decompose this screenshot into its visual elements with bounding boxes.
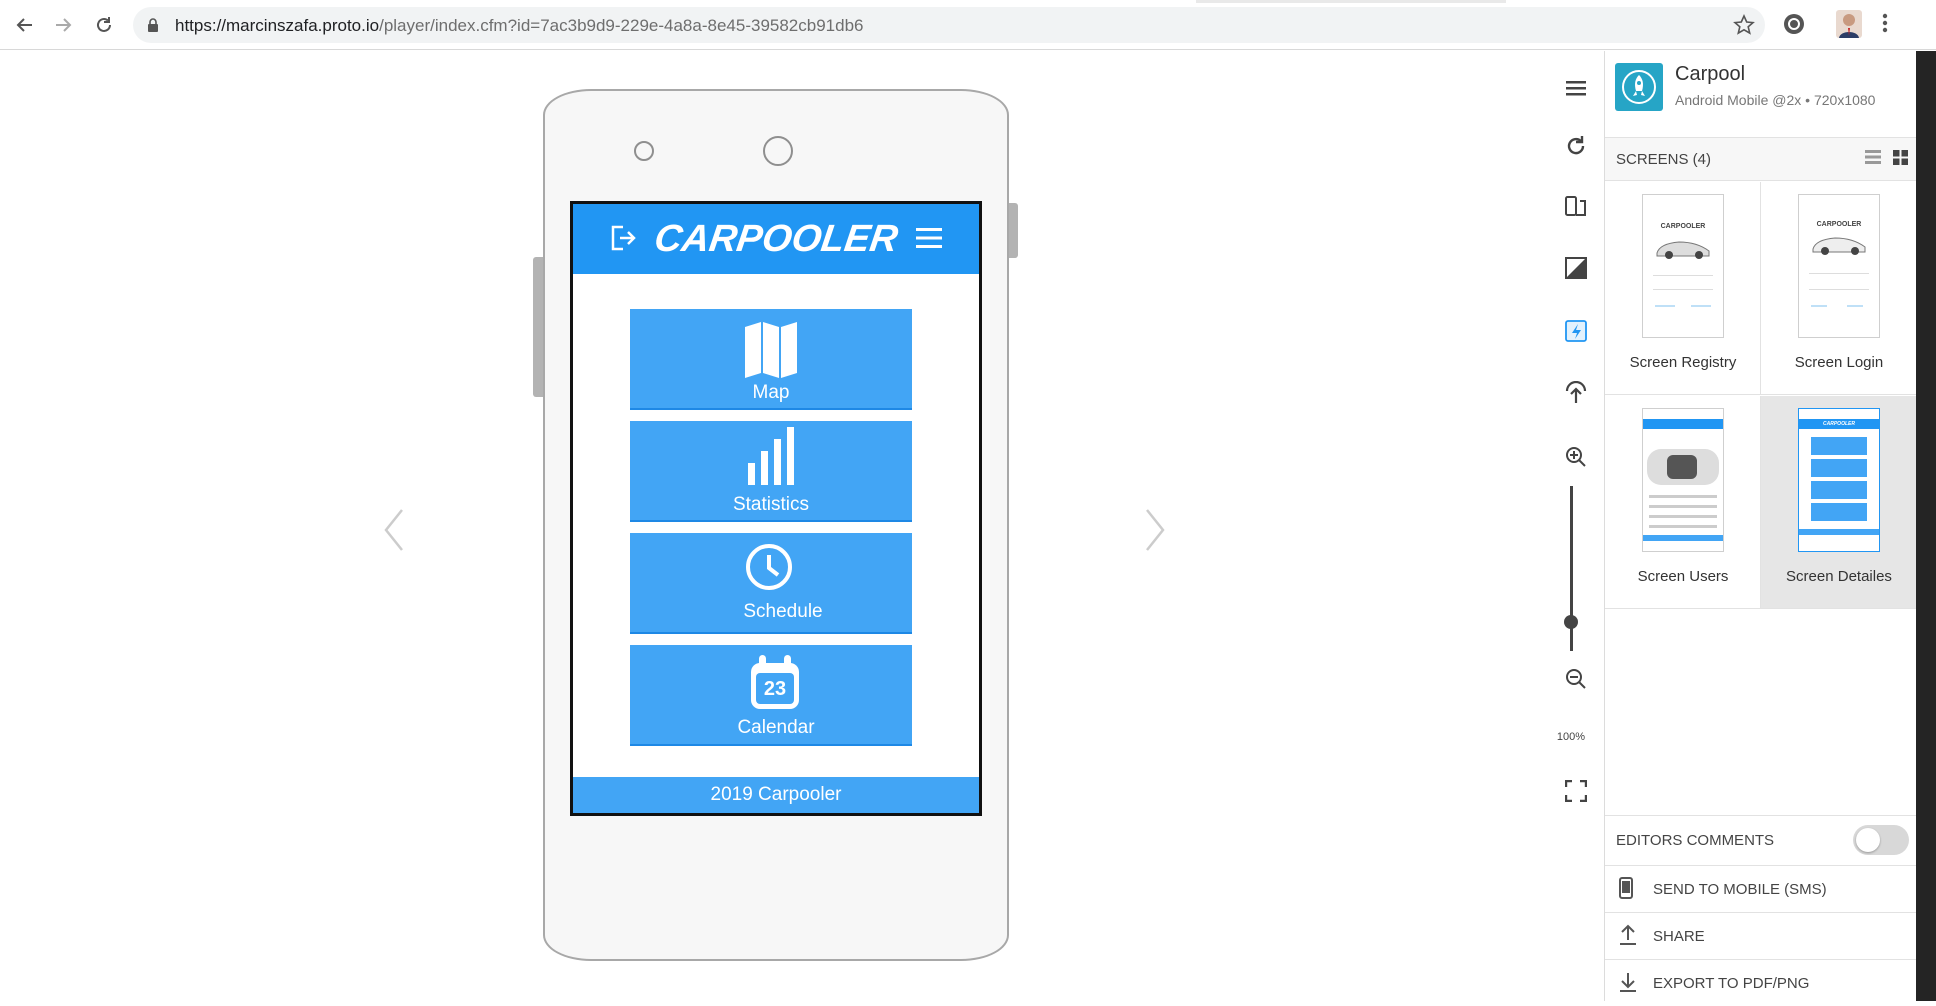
project-device-info: Android Mobile @2x • 720x1080 [1675,92,1876,108]
back-icon[interactable] [10,10,40,40]
fullscreen-icon[interactable] [1562,777,1590,805]
url-domain: https://marcinszafa.proto.io [175,16,380,35]
hamburger-menu-icon[interactable] [916,227,942,254]
map-icon [743,321,799,384]
share-label: SHARE [1653,928,1705,945]
profile-avatar[interactable] [1836,10,1862,43]
clock-icon [745,543,793,596]
project-name: Carpool [1675,63,1746,85]
upload-icon[interactable] [1562,379,1590,407]
bar-chart-icon [748,427,796,490]
phone-side-key-left [533,257,543,397]
zoom-slider-handle[interactable] [1564,615,1578,629]
previous-screen-arrow-icon[interactable] [382,506,418,566]
zoom-level: 100% [1556,731,1586,743]
phone-sensor [634,141,654,161]
screen-name: Screen Registry [1629,354,1737,371]
player-toolbar [1548,51,1604,1001]
statistics-label: Statistics [732,494,810,515]
lock-icon [147,18,159,37]
screen-name: Screen Users [1637,568,1729,585]
browser-toolbar: https://marcinszafa.proto.io/player/inde… [0,0,1936,50]
grid-view-icon[interactable] [1893,150,1911,168]
statistics-tile[interactable]: Statistics [630,421,912,522]
map-label: Map [752,382,790,403]
editors-comments-toggle[interactable] [1853,825,1909,855]
next-screen-arrow-icon[interactable] [1143,506,1179,566]
list-view-icon[interactable] [1865,150,1883,168]
app-header: CARPOOLER [573,204,979,274]
screens-section-header: SCREENS (4) [1605,137,1916,181]
loading-bar [1196,0,1506,3]
download-icon [1619,971,1641,995]
screen-thumb-detailes[interactable]: CARPOOLER Screen Detailes [1760,396,1916,609]
screen-thumb-registry[interactable]: CARPOOLER Screen Registry [1605,182,1761,395]
phone-camera [763,136,793,166]
calendar-day: 23 [763,678,787,700]
url-text: https://marcinszafa.proto.io/player/inde… [175,16,864,36]
screen-name: Screen Detailes [1786,568,1892,585]
zoom-out-icon[interactable] [1562,665,1590,693]
bookmark-star-icon[interactable] [1733,14,1755,41]
screen-preview: CARPOOLER [1642,194,1724,338]
zoom-in-icon[interactable] [1562,443,1590,471]
mobile-icon [1619,877,1641,901]
project-panel: Carpool Android Mobile @2x • 720x1080 SC… [1604,51,1916,1001]
menu-kebab-icon[interactable] [1882,12,1888,39]
map-tile[interactable]: Map [630,309,912,410]
calendar-tile[interactable]: 23 Calendar [630,645,912,746]
toggle-knob [1856,828,1880,852]
address-bar[interactable]: https://marcinszafa.proto.io/player/inde… [133,7,1765,43]
export-label: EXPORT TO PDF/PNG [1653,975,1810,992]
schedule-label: Schedule [743,601,823,622]
forward-icon[interactable] [48,10,78,40]
editors-comments-row: EDITORS COMMENTS [1605,815,1916,865]
screen-preview [1642,408,1724,552]
url-path: /player/index.cfm?id=7ac3b9d9-229e-4a8a-… [379,16,864,35]
contrast-icon[interactable] [1562,254,1590,282]
export-button[interactable]: EXPORT TO PDF/PNG [1605,959,1916,1006]
share-button[interactable]: SHARE [1605,912,1916,959]
hotspots-icon[interactable] [1562,317,1590,345]
app-screen: CARPOOLER Map Statistics Schedule 23 Cal… [570,201,982,816]
calendar-label: Calendar [737,717,815,738]
rotate-device-icon[interactable] [1562,192,1590,220]
screens-count: SCREENS (4) [1616,151,1712,168]
screen-name: Screen Login [1794,354,1884,371]
phone-side-key-right [1009,203,1018,258]
extension-icon[interactable] [1782,12,1806,41]
app-footer: 2019 Carpooler [573,777,979,813]
schedule-tile[interactable]: Schedule [630,533,912,634]
screen-thumb-login[interactable]: CARPOOLER Screen Login [1760,182,1916,395]
reload-icon[interactable] [89,10,119,40]
editors-comments-label: EDITORS COMMENTS [1616,832,1775,849]
screen-preview: CARPOOLER [1798,408,1880,552]
menu-icon[interactable] [1562,74,1590,102]
screen-thumb-users[interactable]: Screen Users [1605,396,1761,609]
send-to-mobile-label: SEND TO MOBILE (SMS) [1653,881,1827,898]
desktop-edge [1916,51,1936,1001]
restart-icon[interactable] [1562,132,1590,160]
send-to-mobile-button[interactable]: SEND TO MOBILE (SMS) [1605,865,1916,912]
screen-preview: CARPOOLER [1798,194,1880,338]
rocket-icon [1615,63,1663,111]
share-upload-icon [1619,924,1641,948]
